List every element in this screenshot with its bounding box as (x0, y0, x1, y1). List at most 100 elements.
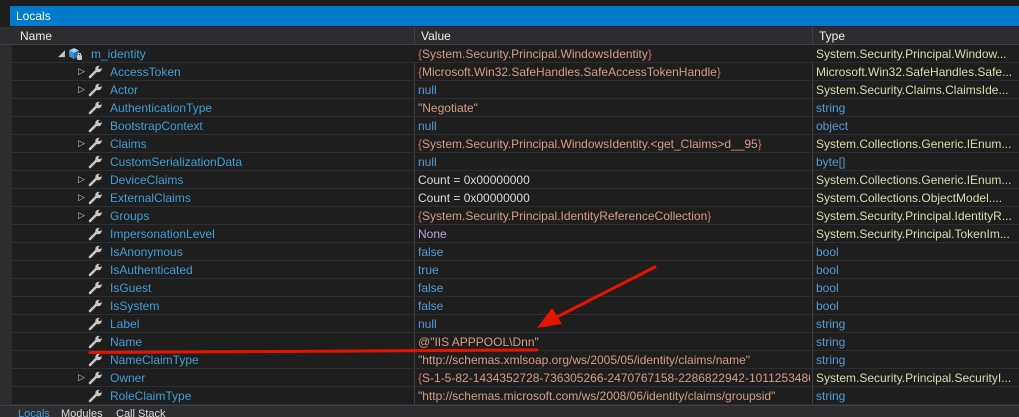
value-cell[interactable]: null (416, 315, 810, 332)
name-cell: ▷ Owner (12, 369, 414, 386)
value-cell[interactable]: false (416, 243, 810, 260)
expand-triangle-icon[interactable]: ▷ (78, 138, 86, 149)
value-cell[interactable]: {S-1-5-82-1434352728-736305266-247076715… (416, 369, 810, 386)
value-cell[interactable]: {System.Security.Principal.IdentityRefer… (416, 207, 810, 224)
property-name: RoleClaimType (110, 389, 192, 403)
name-cell: NameClaimType (12, 351, 414, 368)
table-row[interactable]: RoleClaimType "http://schemas.microsoft.c… (12, 387, 1019, 405)
name-cell: IsAnonymous (12, 243, 414, 260)
value-cell[interactable]: false (416, 279, 810, 296)
value-cell[interactable]: {System.Security.Principal.WindowsIdenti… (416, 45, 810, 62)
table-row[interactable]: BootstrapContext null object (12, 117, 1019, 135)
type-cell: string (816, 101, 846, 115)
variable-name: m_identity (91, 47, 146, 61)
value-cell[interactable]: None (416, 225, 810, 242)
wrench-property-icon (88, 353, 104, 367)
value-cell[interactable]: "http://schemas.xmlsoap.org/ws/2005/05/i… (416, 351, 810, 368)
wrench-property-icon (88, 155, 104, 169)
table-row[interactable]: IsAuthenticated true bool (12, 261, 1019, 279)
column-header-name[interactable]: Name (12, 27, 414, 45)
type-cell: System.Collections.ObjectModel.... (816, 191, 1003, 205)
type-cell: System.Security.Principal.Window... (816, 47, 1007, 61)
name-cell: ▷ DeviceClaims (12, 171, 414, 188)
name-cell: IsAuthenticated (12, 261, 414, 278)
table-row-root[interactable]: ◢ m_identity {System.Security.Principal.… (12, 45, 1019, 63)
collapse-triangle-icon[interactable]: ◢ (58, 48, 66, 59)
property-name: Actor (110, 83, 139, 97)
bottom-tab-strip: Locals Modules Call Stack (0, 405, 1019, 417)
name-cell: ▷ Groups (12, 207, 414, 224)
column-header: Name Value Type (0, 27, 1019, 45)
expand-triangle-icon[interactable]: ▷ (78, 210, 86, 221)
wrench-property-icon (88, 245, 104, 259)
table-row[interactable]: ▷ Owner {S-1-5-82-1434352728-736305266-247… (12, 369, 1019, 387)
property-name: Owner (110, 371, 146, 385)
column-header-type[interactable]: Type (812, 27, 1019, 45)
property-name: Label (110, 317, 140, 331)
name-cell: ◢ m_identity (12, 45, 414, 62)
property-name: Claims (110, 137, 147, 151)
value-cell[interactable]: {System.Security.Principal.WindowsIdenti… (416, 135, 810, 152)
table-row[interactable]: ▷ ExternalClaims Count = 0x00000000 System.… (12, 189, 1019, 207)
table-row[interactable]: ▷ AccessToken {Microsoft.Win32.SafeHandles… (12, 63, 1019, 81)
value-cell[interactable]: null (416, 81, 810, 98)
wrench-property-icon (88, 191, 104, 205)
value-cell[interactable]: true (416, 261, 810, 278)
row-gutter (0, 45, 12, 405)
type-cell: System.Collections.Generic.IEnum... (816, 137, 1012, 151)
table-row[interactable]: Name @"IIS APPPOOL\Dnn" string (12, 333, 1019, 351)
value-cell[interactable]: Count = 0x00000000 (416, 171, 810, 188)
table-row[interactable]: ▷ DeviceClaims Count = 0x00000000 System.Co… (12, 171, 1019, 189)
property-name: BootstrapContext (110, 119, 203, 133)
table-row[interactable]: IsSystem false bool (12, 297, 1019, 315)
expand-triangle-icon[interactable]: ▷ (78, 174, 86, 185)
type-cell: string (816, 353, 846, 367)
tab-call-stack[interactable]: Call Stack (116, 408, 166, 417)
property-name: ExternalClaims (110, 191, 191, 205)
expand-triangle-icon[interactable]: ▷ (78, 84, 86, 95)
property-name: IsSystem (110, 299, 160, 313)
table-row[interactable]: CustomSerializationData null byte[] (12, 153, 1019, 171)
tab-modules[interactable]: Modules (61, 408, 103, 417)
column-header-value[interactable]: Value (414, 27, 812, 45)
expand-triangle-icon[interactable]: ▷ (78, 66, 86, 77)
property-name: AuthenticationType (110, 101, 213, 115)
name-cell: ▷ Actor (12, 81, 414, 98)
table-row[interactable]: ▷ Claims {System.Security.Principal.Window… (12, 135, 1019, 153)
value-cell[interactable]: @"IIS APPPOOL\Dnn" (416, 333, 810, 350)
table-row[interactable]: NameClaimType "http://schemas.xmlsoap.org… (12, 351, 1019, 369)
type-cell: System.Security.Principal.SecurityI... (816, 371, 1012, 385)
table-row[interactable]: AuthenticationType "Negotiate" string (12, 99, 1019, 117)
property-name: CustomSerializationData (110, 155, 243, 169)
table-row[interactable]: ImpersonationLevel None System.Security.Pr… (12, 225, 1019, 243)
table-row[interactable]: IsAnonymous false bool (12, 243, 1019, 261)
wrench-property-icon (88, 263, 104, 277)
property-name: ImpersonationLevel (110, 227, 215, 241)
expand-triangle-icon[interactable]: ▷ (78, 192, 86, 203)
type-cell: bool (816, 299, 839, 313)
name-cell: ▷ AccessToken (12, 63, 414, 80)
local-variable-cube-icon (68, 47, 84, 61)
wrench-property-icon (88, 101, 104, 115)
table-row[interactable]: ▷ Actor null System.Security.Claims.ClaimsI… (12, 81, 1019, 99)
property-name: NameClaimType (110, 353, 199, 367)
name-cell: AuthenticationType (12, 99, 414, 116)
value-cell[interactable]: false (416, 297, 810, 314)
value-cell[interactable]: Count = 0x00000000 (416, 189, 810, 206)
table-row[interactable]: ▷ Groups {System.Security.Principal.Identi… (12, 207, 1019, 225)
locals-window-tab[interactable]: Locals (10, 6, 1019, 26)
value-cell[interactable]: null (416, 117, 810, 134)
tab-locals[interactable]: Locals (18, 408, 50, 417)
value-cell[interactable]: {Microsoft.Win32.SafeHandles.SafeAccessT… (416, 63, 810, 80)
expand-triangle-icon[interactable]: ▷ (78, 372, 86, 383)
name-cell: ▷ Claims (12, 135, 414, 152)
type-cell: System.Security.Principal.IdentityR... (816, 209, 1012, 223)
type-cell: bool (816, 263, 839, 277)
value-cell[interactable]: "Negotiate" (416, 99, 810, 116)
property-name: IsAnonymous (110, 245, 183, 259)
wrench-property-icon (88, 317, 104, 331)
value-cell[interactable]: "http://schemas.microsoft.com/ws/2008/06… (416, 387, 810, 404)
table-row[interactable]: IsGuest false bool (12, 279, 1019, 297)
table-row[interactable]: Label null string (12, 315, 1019, 333)
value-cell[interactable]: null (416, 153, 810, 170)
